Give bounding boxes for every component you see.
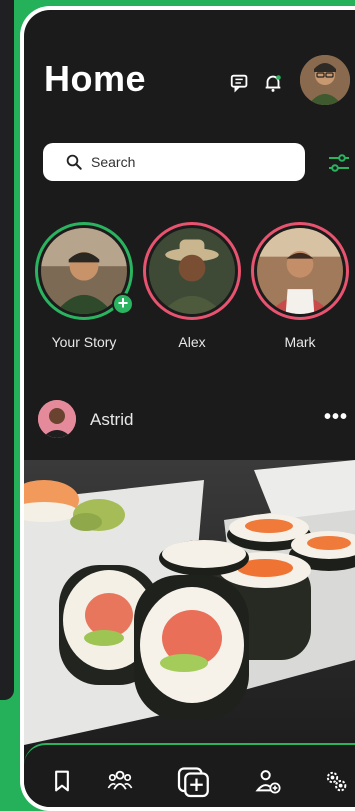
background-device-edge <box>0 0 14 700</box>
story-mark[interactable]: Mark <box>250 222 350 350</box>
add-story-button[interactable]: + <box>112 293 134 315</box>
profile-avatar[interactable] <box>300 55 350 105</box>
story-ring <box>143 222 241 320</box>
chat-icon[interactable] <box>229 72 251 94</box>
page-title: Home <box>44 58 147 99</box>
story-name: Alex <box>178 334 206 350</box>
more-options-button[interactable]: ••• <box>324 406 348 429</box>
story-ring <box>251 222 349 320</box>
add-post-icon[interactable] <box>174 761 214 801</box>
story-name: Your Story <box>51 334 117 350</box>
post-image[interactable] <box>24 460 355 745</box>
group-icon[interactable] <box>106 767 134 795</box>
filter-icon[interactable] <box>327 152 351 174</box>
search-input[interactable]: Search <box>43 143 305 181</box>
post-author-avatar[interactable] <box>38 400 76 438</box>
story-alex[interactable]: Alex <box>142 222 242 350</box>
add-friend-icon[interactable] <box>254 767 282 795</box>
story-avatar <box>149 228 235 314</box>
story-avatar <box>257 228 343 314</box>
post-author-name[interactable]: Astrid <box>90 410 133 430</box>
bookmark-icon[interactable] <box>48 767 76 795</box>
settings-icon[interactable] <box>322 767 350 795</box>
bell-icon[interactable] <box>262 72 284 94</box>
story-ring: + <box>35 222 134 320</box>
story-name: Mark <box>284 334 316 350</box>
search-placeholder: Search <box>91 154 136 170</box>
phone-frame: Home Search + Your Story Alex Mark Astri… <box>20 6 355 811</box>
app-screen: Home Search + Your Story Alex Mark Astri… <box>24 10 355 807</box>
bottom-navigation <box>24 743 355 807</box>
story-your-story[interactable]: + Your Story <box>34 222 134 350</box>
search-icon <box>66 154 82 170</box>
